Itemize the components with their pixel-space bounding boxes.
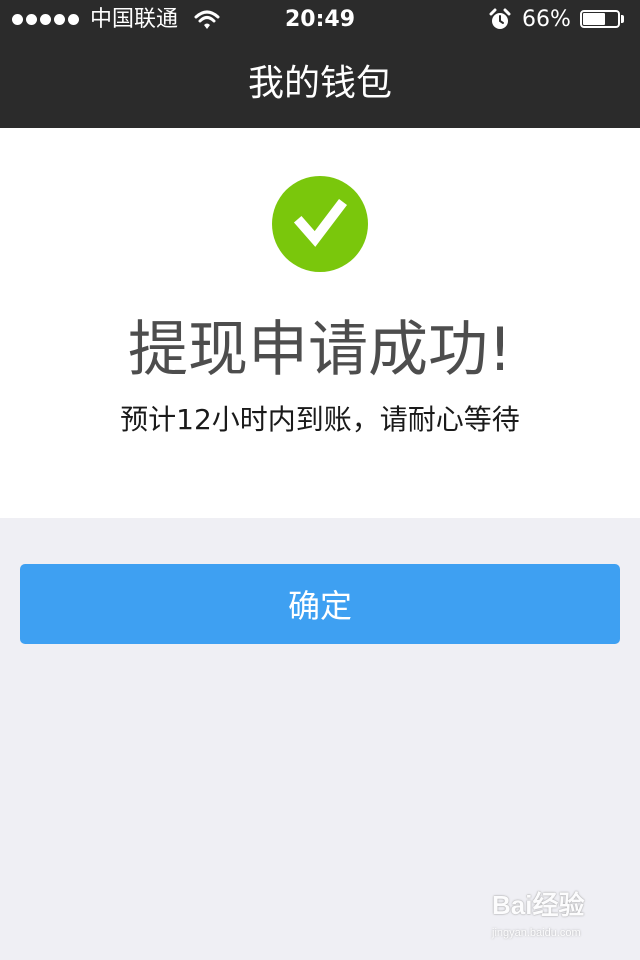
success-panel: 提现申请成功! 预计12小时内到账，请耐心等待 <box>0 128 640 518</box>
battery-icon <box>580 10 626 30</box>
nav-bar: 我的钱包 <box>0 40 640 128</box>
success-title: 提现申请成功! <box>127 315 513 385</box>
alarm-icon <box>489 8 511 32</box>
watermark-url: jingyan.baidu.com <box>492 927 581 939</box>
checkmark-icon <box>272 176 368 272</box>
page-title: 我的钱包 <box>247 63 392 104</box>
success-subtitle: 预计12小时内到账，请耐心等待 <box>120 403 520 436</box>
battery-percent: 66% <box>522 7 571 32</box>
watermark-logo: Bai经验 <box>492 890 585 920</box>
confirm-button[interactable]: 确定 <box>20 564 620 644</box>
status-bar: 中国联通 20:49 66% <box>0 0 640 40</box>
watermark: Bai经验 jingyan.baidu.com <box>492 888 612 948</box>
